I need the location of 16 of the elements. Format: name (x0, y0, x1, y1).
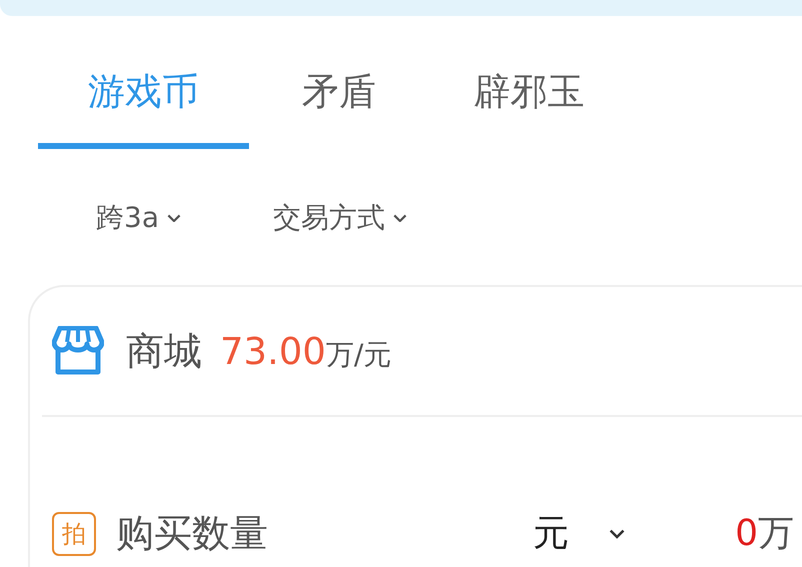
mall-label: 商城 (126, 328, 202, 374)
price-unit: 万/元 (326, 337, 392, 373)
price-value: 73.00 (220, 330, 326, 372)
currency-select[interactable]: 元 (533, 509, 570, 558)
caret-icon (166, 214, 181, 222)
store-icon (52, 326, 104, 376)
tab[interactable]: 矛盾 (249, 52, 429, 149)
tab[interactable]: 辟邪玉 (429, 52, 629, 149)
caret-icon (609, 529, 626, 539)
amount-unit: 万 (758, 512, 794, 556)
quantity-label: 购买数量 (116, 510, 268, 557)
caret-icon (392, 214, 407, 222)
filter-dropdown[interactable]: 跨3a (96, 199, 181, 237)
filter-dropdown[interactable]: 交易方式 (272, 199, 407, 237)
auction-badge: 拍 (52, 512, 96, 556)
amount-value: 0 (735, 513, 758, 554)
